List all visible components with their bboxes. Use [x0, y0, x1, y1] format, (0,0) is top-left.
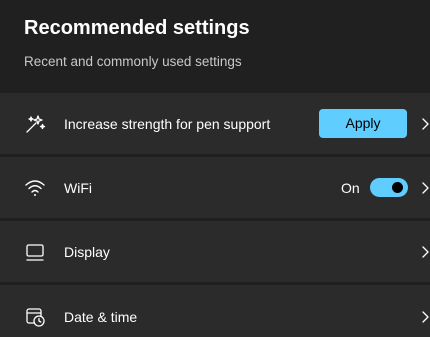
apply-button[interactable]: Apply — [319, 109, 407, 138]
wifi-toggle[interactable] — [370, 178, 408, 197]
setting-row-date-time[interactable]: Date & time — [0, 285, 430, 337]
wifi-icon — [24, 177, 46, 199]
setting-label: WiFi — [64, 179, 92, 196]
recommended-settings-header: Recommended settings Recent and commonly… — [24, 0, 430, 92]
setting-label: Display — [64, 243, 110, 260]
setting-row-wifi[interactable]: WiFi On — [0, 157, 430, 218]
sparkle-icon — [24, 113, 46, 135]
calendar-clock-icon — [24, 306, 46, 328]
section-title: Recommended settings — [24, 17, 250, 39]
section-subtitle: Recent and commonly used settings — [24, 54, 242, 69]
chevron-right-icon[interactable] — [420, 310, 430, 324]
toggle-state-label: On — [341, 179, 360, 196]
monitor-icon — [24, 241, 46, 263]
setting-label: Date & time — [64, 309, 138, 325]
chevron-right-icon[interactable] — [420, 117, 430, 131]
setting-row-pen-strength[interactable]: Increase strength for pen support Apply — [0, 93, 430, 154]
setting-label: Increase strength for pen support — [64, 115, 271, 132]
chevron-right-icon[interactable] — [420, 181, 430, 195]
chevron-right-icon[interactable] — [420, 245, 430, 259]
toggle-knob — [392, 182, 403, 193]
setting-row-display[interactable]: Display — [0, 221, 430, 282]
